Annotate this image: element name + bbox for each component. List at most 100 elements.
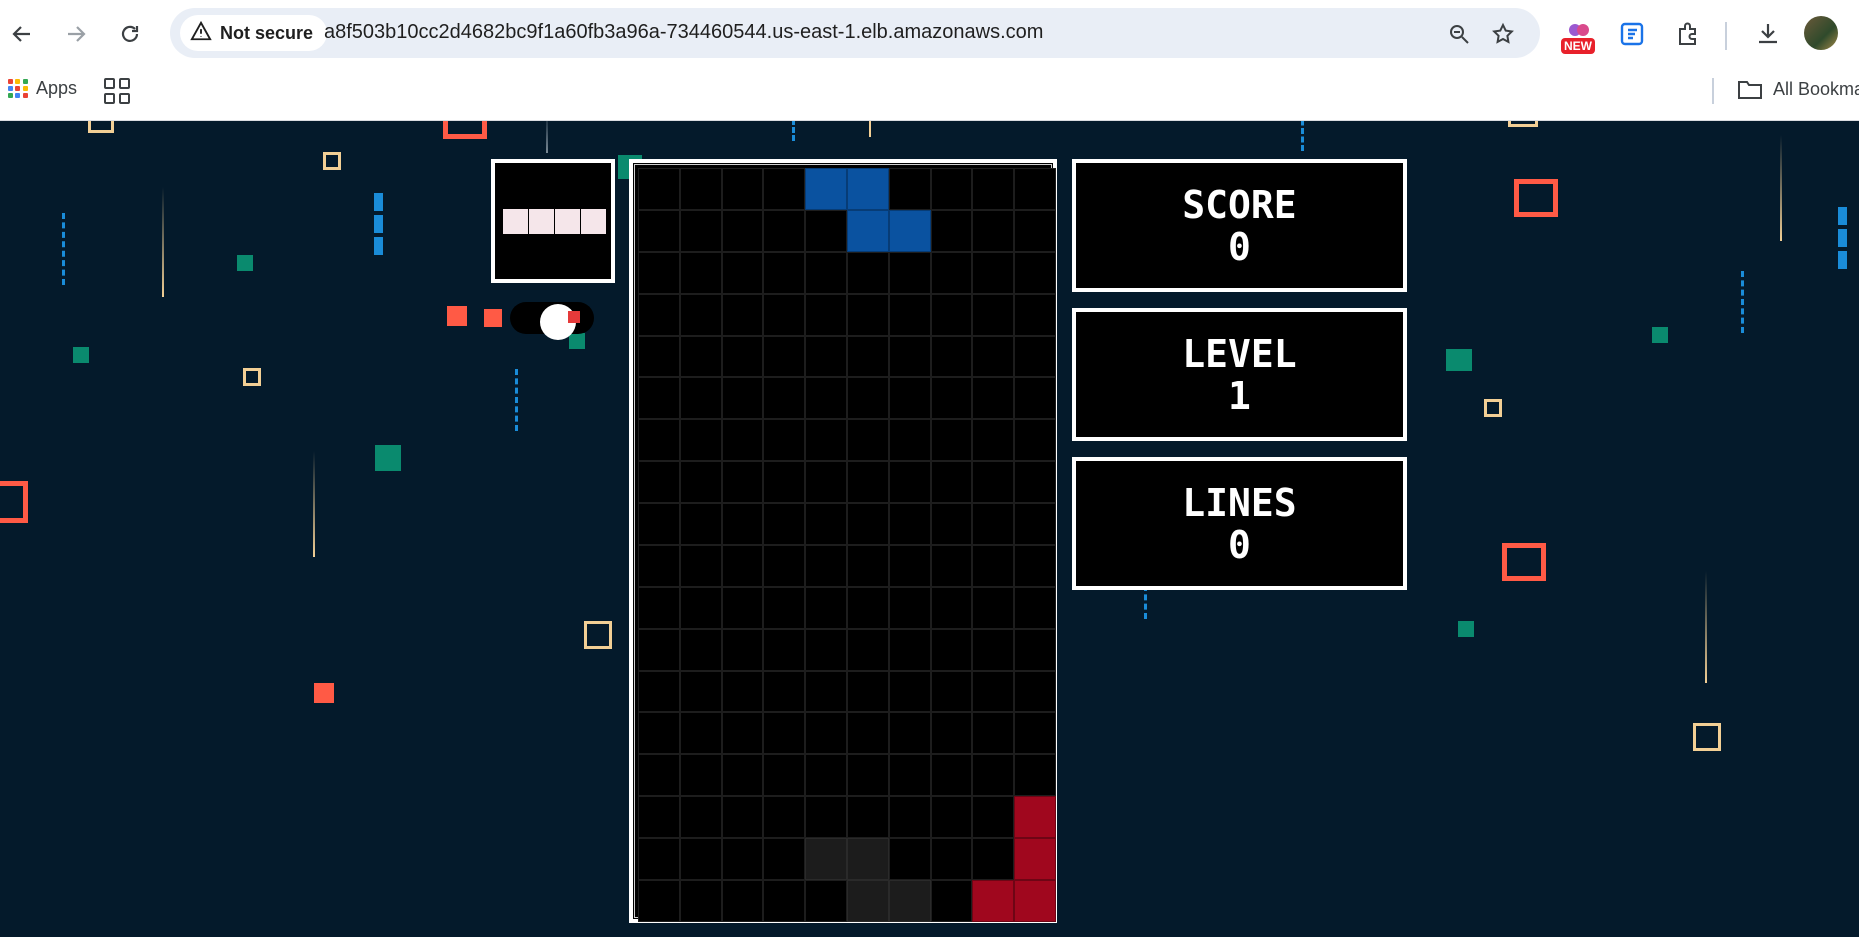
board-cell	[679, 293, 722, 336]
board-cell	[763, 377, 806, 420]
board-cell	[721, 712, 764, 755]
level-label: LEVEL	[1182, 331, 1297, 376]
decor-square	[447, 306, 467, 326]
board-cell	[930, 670, 973, 713]
board-cell	[805, 628, 847, 671]
folder-icon	[1738, 81, 1762, 99]
board-cell	[763, 879, 806, 922]
board-cell	[721, 503, 764, 545]
extension-icon[interactable]: NEW	[1561, 16, 1597, 54]
board-cell	[679, 879, 722, 922]
block-cell	[972, 879, 1015, 922]
board-cell	[1014, 419, 1056, 462]
board-cell	[972, 419, 1015, 462]
board-cell	[721, 670, 764, 713]
zoom-icon[interactable]	[1445, 20, 1473, 48]
board-cell	[805, 209, 847, 252]
level-value: 1	[1228, 373, 1251, 418]
forward-icon[interactable]	[56, 14, 96, 54]
game-board[interactable]	[629, 159, 1057, 923]
board-cell	[805, 712, 847, 755]
board-cell	[1014, 209, 1056, 252]
browser-toolbar: Not secure a8f503b10cc2d4682bc9f1a60fb3a…	[0, 0, 1859, 68]
download-icon[interactable]	[1750, 16, 1786, 52]
board-cell	[679, 712, 722, 755]
security-chip[interactable]: Not secure	[180, 15, 328, 51]
game-canvas[interactable]: SCORE 0 LEVEL 1 LINES 0	[0, 121, 1859, 937]
board-cell	[930, 796, 973, 838]
score-panel: SCORE 0	[1072, 159, 1407, 292]
decor-line	[869, 121, 871, 137]
board-cell	[1014, 628, 1056, 671]
decor-line	[1780, 135, 1782, 241]
board-cell	[930, 503, 973, 545]
board-cell	[638, 754, 680, 797]
decor-square	[323, 152, 341, 170]
avatar[interactable]	[1804, 16, 1838, 50]
board-cell	[846, 544, 889, 587]
all-bookmarks[interactable]: All Bookma	[1737, 78, 1859, 100]
board-cell	[972, 168, 1015, 210]
decor-dash	[1301, 121, 1304, 151]
board-cell	[846, 628, 889, 671]
apps-shortcut[interactable]: Apps	[8, 78, 77, 99]
theme-toggle[interactable]	[484, 297, 596, 340]
url-text[interactable]: a8f503b10cc2d4682bc9f1a60fb3a96a-7344605…	[324, 21, 1043, 44]
board-cell	[1014, 754, 1056, 797]
board-cell	[679, 796, 722, 838]
toggle-track[interactable]	[510, 302, 594, 340]
board-grid	[638, 168, 1056, 922]
board-cell	[972, 838, 1015, 880]
bookmarks-divider	[1712, 78, 1714, 104]
board-cell	[721, 335, 764, 378]
tab-groups-icon[interactable]	[104, 78, 130, 104]
board-cell	[846, 796, 889, 838]
board-cell	[638, 377, 680, 420]
board-cell	[763, 335, 806, 378]
board-cell	[679, 628, 722, 671]
board-cell	[763, 419, 806, 462]
board-cell	[638, 251, 680, 294]
lines-label: LINES	[1182, 480, 1297, 525]
board-cell	[930, 879, 973, 922]
board-cell	[721, 586, 764, 629]
decor-line	[313, 451, 315, 557]
board-cell	[846, 712, 889, 755]
board-cell	[805, 796, 847, 838]
board-cell	[805, 586, 847, 629]
board-cell	[930, 754, 973, 797]
board-cell	[679, 377, 722, 420]
board-cell	[763, 754, 806, 797]
board-cell	[930, 628, 973, 671]
block-cell	[1014, 796, 1056, 838]
board-cell	[888, 461, 931, 503]
board-cell	[972, 251, 1015, 294]
apps-icon	[8, 78, 28, 99]
board-cell	[972, 377, 1015, 420]
board-cell	[638, 586, 680, 629]
board-cell	[930, 293, 973, 336]
sidebar-icon[interactable]	[1614, 16, 1650, 52]
board-cell	[805, 503, 847, 545]
bookmarks-bar: Apps All Bookma	[0, 68, 1859, 121]
decor-dash	[1741, 271, 1744, 333]
board-cell	[888, 335, 931, 378]
board-cell	[721, 838, 764, 880]
board-cell	[846, 251, 889, 294]
board-cell	[972, 209, 1015, 252]
next-piece	[503, 209, 606, 234]
star-icon[interactable]	[1489, 20, 1517, 48]
next-piece-block	[581, 209, 606, 234]
address-bar[interactable]: Not secure a8f503b10cc2d4682bc9f1a60fb3a…	[170, 8, 1540, 58]
board-cell	[972, 544, 1015, 587]
back-icon[interactable]	[2, 14, 42, 54]
reload-icon[interactable]	[110, 14, 150, 54]
board-cell	[1014, 335, 1056, 378]
board-cell	[846, 503, 889, 545]
board-cell	[763, 503, 806, 545]
puzzle-icon[interactable]	[1670, 16, 1706, 52]
board-cell	[888, 670, 931, 713]
board-cell	[721, 796, 764, 838]
board-cell	[721, 209, 764, 252]
toggle-left-indicator	[484, 309, 502, 327]
